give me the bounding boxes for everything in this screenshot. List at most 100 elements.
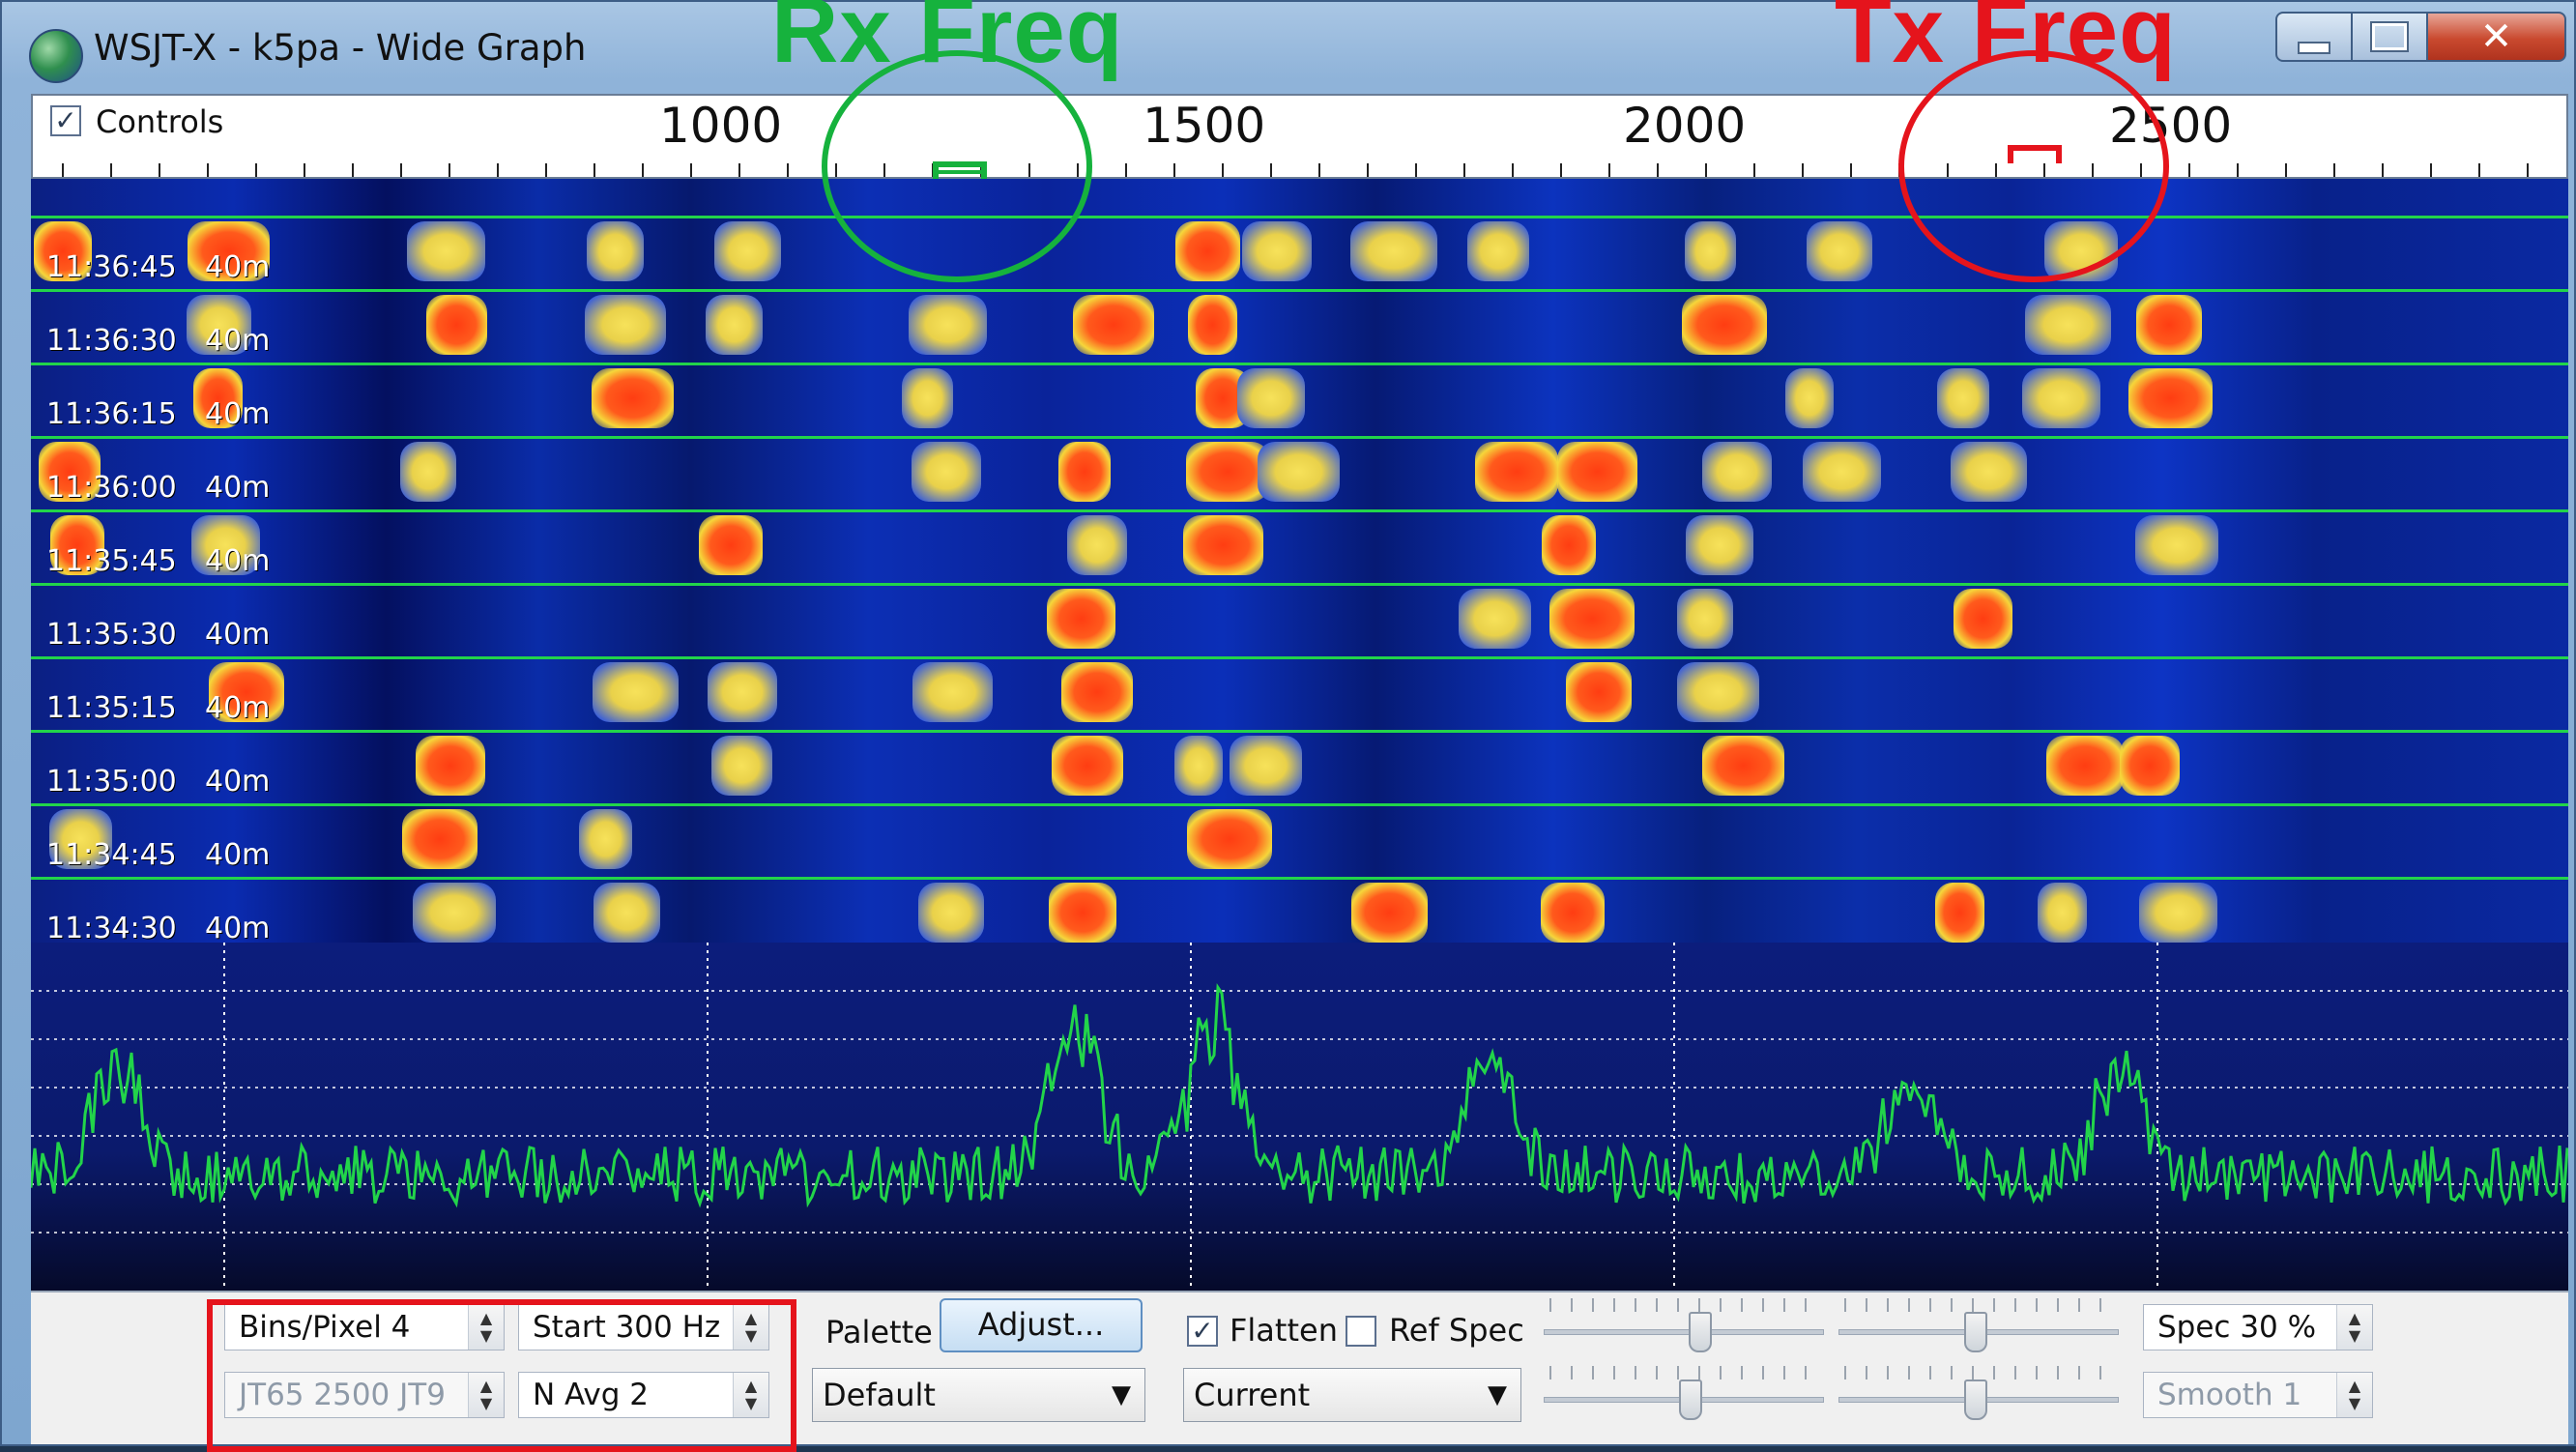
scale-tick — [642, 163, 644, 177]
spec-percent-spinbox[interactable]: Spec 30 % ▲ ▼ — [2143, 1304, 2373, 1350]
slider-thumb[interactable] — [1964, 1312, 1987, 1352]
flatten-checkbox[interactable]: ✓ — [1187, 1316, 1218, 1347]
row-band: 40m — [205, 544, 271, 578]
row-band: 40m — [205, 912, 271, 945]
row-band: 40m — [205, 691, 271, 725]
slider-thumb[interactable] — [1964, 1379, 1987, 1420]
scale-tick — [1415, 163, 1417, 177]
rx-freq-highlight-circle — [822, 50, 1092, 282]
title-bar[interactable]: WSJT-X - k5pa - Wide Graph ✕ — [2, 2, 2576, 94]
maximize-icon — [2370, 21, 2409, 52]
row-timestamp: 11:35:45 — [46, 544, 177, 578]
spec-percent-value: Spec 30 % — [2157, 1310, 2317, 1345]
signal-trace — [1173, 736, 1223, 796]
spectrum-mode-dropdown[interactable]: Current ▼ — [1183, 1368, 1521, 1422]
signal-trace — [699, 515, 763, 575]
signal-trace — [416, 736, 486, 796]
spec-spin-arrows[interactable]: ▲ ▼ — [2336, 1305, 2372, 1350]
signal-trace — [2038, 883, 2088, 943]
close-button[interactable]: ✕ — [2426, 12, 2566, 62]
signal-trace — [593, 662, 679, 722]
signal-trace — [1686, 515, 1754, 575]
rx-freq-annotation: Rx Freq — [771, 0, 1124, 82]
scale-tick — [1705, 163, 1707, 177]
app-icon — [29, 29, 83, 83]
minimize-icon — [2298, 41, 2330, 54]
signal-trace — [406, 221, 485, 281]
scale-tick — [400, 163, 402, 177]
scale-tick — [1608, 163, 1610, 177]
row-separator — [31, 436, 2568, 439]
minimize-button[interactable] — [2275, 12, 2353, 62]
scale-tick — [2188, 163, 2190, 177]
slider-thumb[interactable] — [1689, 1312, 1712, 1352]
spectrum-plot[interactable] — [31, 943, 2568, 1291]
ref-spec-label: Ref Spec — [1389, 1312, 1524, 1349]
signal-trace — [1701, 736, 1784, 796]
signal-trace — [1557, 442, 1638, 502]
signal-trace — [2119, 736, 2180, 796]
signal-trace — [1241, 221, 1312, 281]
frequency-scale[interactable]: ✓ Controls 1000 1500 2000 2500 — [31, 94, 2568, 180]
palette-label: Palette — [825, 1314, 933, 1350]
scale-tick — [787, 163, 789, 177]
scale-tick — [449, 163, 450, 177]
scale-tick — [2237, 163, 2239, 177]
signal-trace — [585, 295, 666, 355]
scale-tick — [1657, 163, 1659, 177]
signal-trace — [1684, 221, 1736, 281]
row-separator — [31, 583, 2568, 586]
palette-dropdown[interactable]: Default ▼ — [812, 1368, 1145, 1422]
signal-trace — [1186, 809, 1272, 869]
scale-tick — [255, 163, 257, 177]
gain-slider[interactable] — [1838, 1294, 2119, 1352]
scale-tick — [2285, 163, 2287, 177]
row-timestamp: 11:34:45 — [46, 838, 177, 872]
adjust-button[interactable]: Adjust... — [940, 1298, 1143, 1352]
signal-trace — [2139, 883, 2217, 943]
spec-gain-slider[interactable] — [1838, 1362, 2119, 1420]
signal-trace — [1182, 515, 1264, 575]
scale-tick — [1850, 163, 1852, 177]
row-timestamp: 11:35:00 — [46, 765, 177, 799]
signal-trace — [909, 295, 987, 355]
row-timestamp: 11:36:45 — [46, 250, 177, 284]
scale-tick — [1125, 163, 1127, 177]
scale-tick — [497, 163, 499, 177]
freq-label-2000: 2000 — [1623, 98, 1747, 154]
signal-trace — [1049, 883, 1117, 943]
smooth-value: Smooth 1 — [2157, 1378, 2302, 1412]
signal-trace — [1060, 662, 1134, 722]
signal-trace — [912, 662, 993, 722]
signal-trace — [1052, 736, 1123, 796]
controls-checkbox[interactable]: ✓ — [50, 105, 81, 136]
wide-graph-area: ✓ Controls 1000 1500 2000 2500 11:36:45 4… — [31, 94, 2568, 1444]
slider-thumb[interactable] — [1679, 1379, 1702, 1420]
signal-trace — [1467, 221, 1529, 281]
scale-tick — [1560, 163, 1562, 177]
scale-tick — [1173, 163, 1175, 177]
spec-zero-slider[interactable] — [1544, 1362, 1824, 1420]
signal-trace — [1541, 515, 1597, 575]
scale-tick — [1367, 163, 1369, 177]
spectrum-trace — [31, 982, 2568, 1208]
smooth-spinbox[interactable]: Smooth 1 ▲ ▼ — [2143, 1372, 2373, 1418]
scale-tick — [2527, 163, 2529, 177]
row-timestamp: 11:36:15 — [46, 397, 177, 431]
row-separator — [31, 363, 2568, 365]
signal-trace — [2024, 295, 2112, 355]
scale-tick — [2430, 163, 2432, 177]
ref-spec-checkbox[interactable] — [1346, 1316, 1376, 1347]
maximize-button[interactable] — [2351, 12, 2428, 62]
tx-freq-highlight-circle — [1898, 50, 2169, 282]
waterfall-display[interactable]: 11:36:45 40m 11:36:30 40m 11:36:15 40m 11:36:0… — [31, 179, 2568, 945]
zero-slider[interactable] — [1544, 1294, 1824, 1352]
row-band: 40m — [205, 250, 271, 284]
signal-trace — [1676, 589, 1733, 649]
row-separator — [31, 877, 2568, 880]
signal-trace — [2134, 515, 2218, 575]
smooth-spin-arrows[interactable]: ▲ ▼ — [2336, 1373, 2372, 1417]
row-band: 40m — [205, 838, 271, 872]
row-band: 40m — [205, 471, 271, 505]
scale-tick — [593, 163, 595, 177]
